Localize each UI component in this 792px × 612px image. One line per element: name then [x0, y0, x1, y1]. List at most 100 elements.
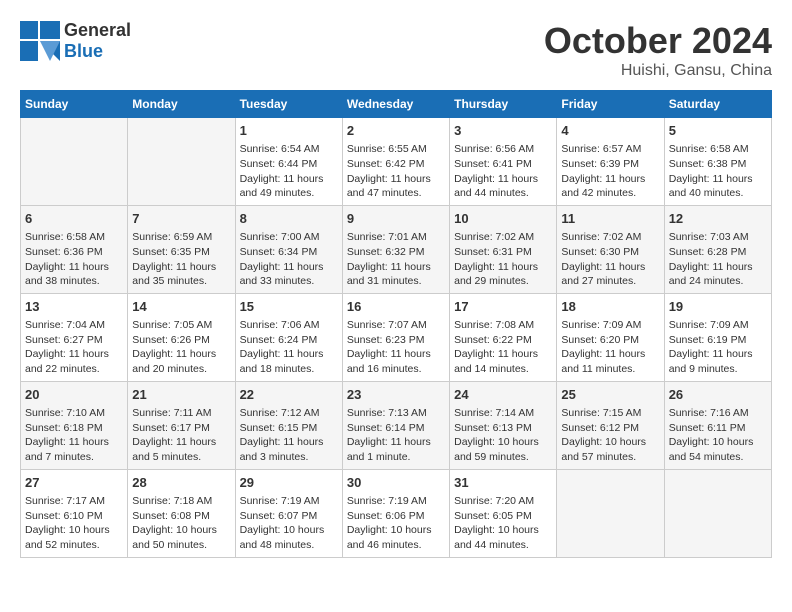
- week-row-4: 20Sunrise: 7:10 AMSunset: 6:18 PMDayligh…: [21, 381, 772, 469]
- day-number: 27: [25, 474, 123, 492]
- week-row-2: 6Sunrise: 6:58 AMSunset: 6:36 PMDaylight…: [21, 205, 772, 293]
- sunset-text: Sunset: 6:28 PM: [669, 245, 767, 260]
- day-number: 26: [669, 386, 767, 404]
- column-header-tuesday: Tuesday: [235, 91, 342, 118]
- daylight-text: Daylight: 11 hours and 7 minutes.: [25, 435, 123, 464]
- sunrise-text: Sunrise: 7:13 AM: [347, 406, 445, 421]
- calendar-cell: 22Sunrise: 7:12 AMSunset: 6:15 PMDayligh…: [235, 381, 342, 469]
- calendar-cell: 29Sunrise: 7:19 AMSunset: 6:07 PMDayligh…: [235, 469, 342, 557]
- daylight-text: Daylight: 11 hours and 42 minutes.: [561, 172, 659, 201]
- sunrise-text: Sunrise: 7:08 AM: [454, 318, 552, 333]
- daylight-text: Daylight: 10 hours and 44 minutes.: [454, 523, 552, 552]
- day-number: 25: [561, 386, 659, 404]
- location-subtitle: Huishi, Gansu, China: [544, 62, 772, 80]
- sunset-text: Sunset: 6:11 PM: [669, 421, 767, 436]
- sunrise-text: Sunrise: 7:17 AM: [25, 494, 123, 509]
- month-title: October 2024: [544, 20, 772, 62]
- sunrise-text: Sunrise: 7:12 AM: [240, 406, 338, 421]
- calendar-cell: 30Sunrise: 7:19 AMSunset: 6:06 PMDayligh…: [342, 469, 449, 557]
- day-number: 13: [25, 298, 123, 316]
- calendar-cell: 10Sunrise: 7:02 AMSunset: 6:31 PMDayligh…: [450, 205, 557, 293]
- day-number: 28: [132, 474, 230, 492]
- day-number: 24: [454, 386, 552, 404]
- sunrise-text: Sunrise: 6:57 AM: [561, 142, 659, 157]
- calendar-cell: 17Sunrise: 7:08 AMSunset: 6:22 PMDayligh…: [450, 293, 557, 381]
- daylight-text: Daylight: 11 hours and 11 minutes.: [561, 347, 659, 376]
- sunset-text: Sunset: 6:14 PM: [347, 421, 445, 436]
- day-number: 3: [454, 122, 552, 140]
- day-number: 16: [347, 298, 445, 316]
- day-number: 21: [132, 386, 230, 404]
- calendar-cell: 1Sunrise: 6:54 AMSunset: 6:44 PMDaylight…: [235, 118, 342, 206]
- sunset-text: Sunset: 6:08 PM: [132, 509, 230, 524]
- sunrise-text: Sunrise: 6:59 AM: [132, 230, 230, 245]
- sunset-text: Sunset: 6:36 PM: [25, 245, 123, 260]
- column-header-friday: Friday: [557, 91, 664, 118]
- sunrise-text: Sunrise: 6:54 AM: [240, 142, 338, 157]
- calendar-cell: 4Sunrise: 6:57 AMSunset: 6:39 PMDaylight…: [557, 118, 664, 206]
- sunrise-text: Sunrise: 7:01 AM: [347, 230, 445, 245]
- sunset-text: Sunset: 6:42 PM: [347, 157, 445, 172]
- sunrise-text: Sunrise: 7:03 AM: [669, 230, 767, 245]
- sunset-text: Sunset: 6:17 PM: [132, 421, 230, 436]
- calendar-cell: 19Sunrise: 7:09 AMSunset: 6:19 PMDayligh…: [664, 293, 771, 381]
- daylight-text: Daylight: 11 hours and 44 minutes.: [454, 172, 552, 201]
- daylight-text: Daylight: 10 hours and 59 minutes.: [454, 435, 552, 464]
- daylight-text: Daylight: 10 hours and 54 minutes.: [669, 435, 767, 464]
- calendar-cell: [664, 469, 771, 557]
- sunset-text: Sunset: 6:39 PM: [561, 157, 659, 172]
- day-number: 30: [347, 474, 445, 492]
- day-number: 5: [669, 122, 767, 140]
- logo: General Blue: [20, 20, 131, 62]
- sunset-text: Sunset: 6:12 PM: [561, 421, 659, 436]
- sunrise-text: Sunrise: 7:19 AM: [240, 494, 338, 509]
- daylight-text: Daylight: 11 hours and 20 minutes.: [132, 347, 230, 376]
- calendar-cell: 24Sunrise: 7:14 AMSunset: 6:13 PMDayligh…: [450, 381, 557, 469]
- daylight-text: Daylight: 11 hours and 27 minutes.: [561, 260, 659, 289]
- calendar-cell: 2Sunrise: 6:55 AMSunset: 6:42 PMDaylight…: [342, 118, 449, 206]
- calendar-cell: 13Sunrise: 7:04 AMSunset: 6:27 PMDayligh…: [21, 293, 128, 381]
- calendar-cell: 21Sunrise: 7:11 AMSunset: 6:17 PMDayligh…: [128, 381, 235, 469]
- day-number: 22: [240, 386, 338, 404]
- day-number: 6: [25, 210, 123, 228]
- daylight-text: Daylight: 11 hours and 1 minute.: [347, 435, 445, 464]
- daylight-text: Daylight: 11 hours and 16 minutes.: [347, 347, 445, 376]
- daylight-text: Daylight: 11 hours and 18 minutes.: [240, 347, 338, 376]
- column-header-monday: Monday: [128, 91, 235, 118]
- week-row-5: 27Sunrise: 7:17 AMSunset: 6:10 PMDayligh…: [21, 469, 772, 557]
- day-number: 17: [454, 298, 552, 316]
- sunset-text: Sunset: 6:18 PM: [25, 421, 123, 436]
- day-number: 9: [347, 210, 445, 228]
- sunrise-text: Sunrise: 7:10 AM: [25, 406, 123, 421]
- daylight-text: Daylight: 11 hours and 35 minutes.: [132, 260, 230, 289]
- sunrise-text: Sunrise: 7:11 AM: [132, 406, 230, 421]
- sunrise-text: Sunrise: 7:07 AM: [347, 318, 445, 333]
- daylight-text: Daylight: 11 hours and 47 minutes.: [347, 172, 445, 201]
- column-header-saturday: Saturday: [664, 91, 771, 118]
- daylight-text: Daylight: 11 hours and 31 minutes.: [347, 260, 445, 289]
- sunset-text: Sunset: 6:07 PM: [240, 509, 338, 524]
- calendar-cell: 26 Sunrise: 7:16 AMSunset: 6:11 PMDayligh…: [664, 381, 771, 469]
- calendar-cell: 8Sunrise: 7:00 AMSunset: 6:34 PMDaylight…: [235, 205, 342, 293]
- calendar-cell: [21, 118, 128, 206]
- sunset-text: Sunset: 6:23 PM: [347, 333, 445, 348]
- day-number: 18: [561, 298, 659, 316]
- column-header-wednesday: Wednesday: [342, 91, 449, 118]
- daylight-text: Daylight: 11 hours and 22 minutes.: [25, 347, 123, 376]
- calendar-cell: 18Sunrise: 7:09 AMSunset: 6:20 PMDayligh…: [557, 293, 664, 381]
- daylight-text: Daylight: 11 hours and 49 minutes.: [240, 172, 338, 201]
- sunrise-text: Sunrise: 7:02 AM: [454, 230, 552, 245]
- sunrise-text: Sunrise: 7:05 AM: [132, 318, 230, 333]
- daylight-text: Daylight: 11 hours and 24 minutes.: [669, 260, 767, 289]
- day-number: 12: [669, 210, 767, 228]
- sunrise-text: Sunrise: 7:06 AM: [240, 318, 338, 333]
- calendar-cell: [128, 118, 235, 206]
- day-number: 15: [240, 298, 338, 316]
- day-number: 31: [454, 474, 552, 492]
- sunrise-text: Sunrise: 7:16 AM: [669, 406, 767, 421]
- day-number: 7: [132, 210, 230, 228]
- sunset-text: Sunset: 6:34 PM: [240, 245, 338, 260]
- daylight-text: Daylight: 11 hours and 29 minutes.: [454, 260, 552, 289]
- calendar-cell: 9Sunrise: 7:01 AMSunset: 6:32 PMDaylight…: [342, 205, 449, 293]
- daylight-text: Daylight: 10 hours and 52 minutes.: [25, 523, 123, 552]
